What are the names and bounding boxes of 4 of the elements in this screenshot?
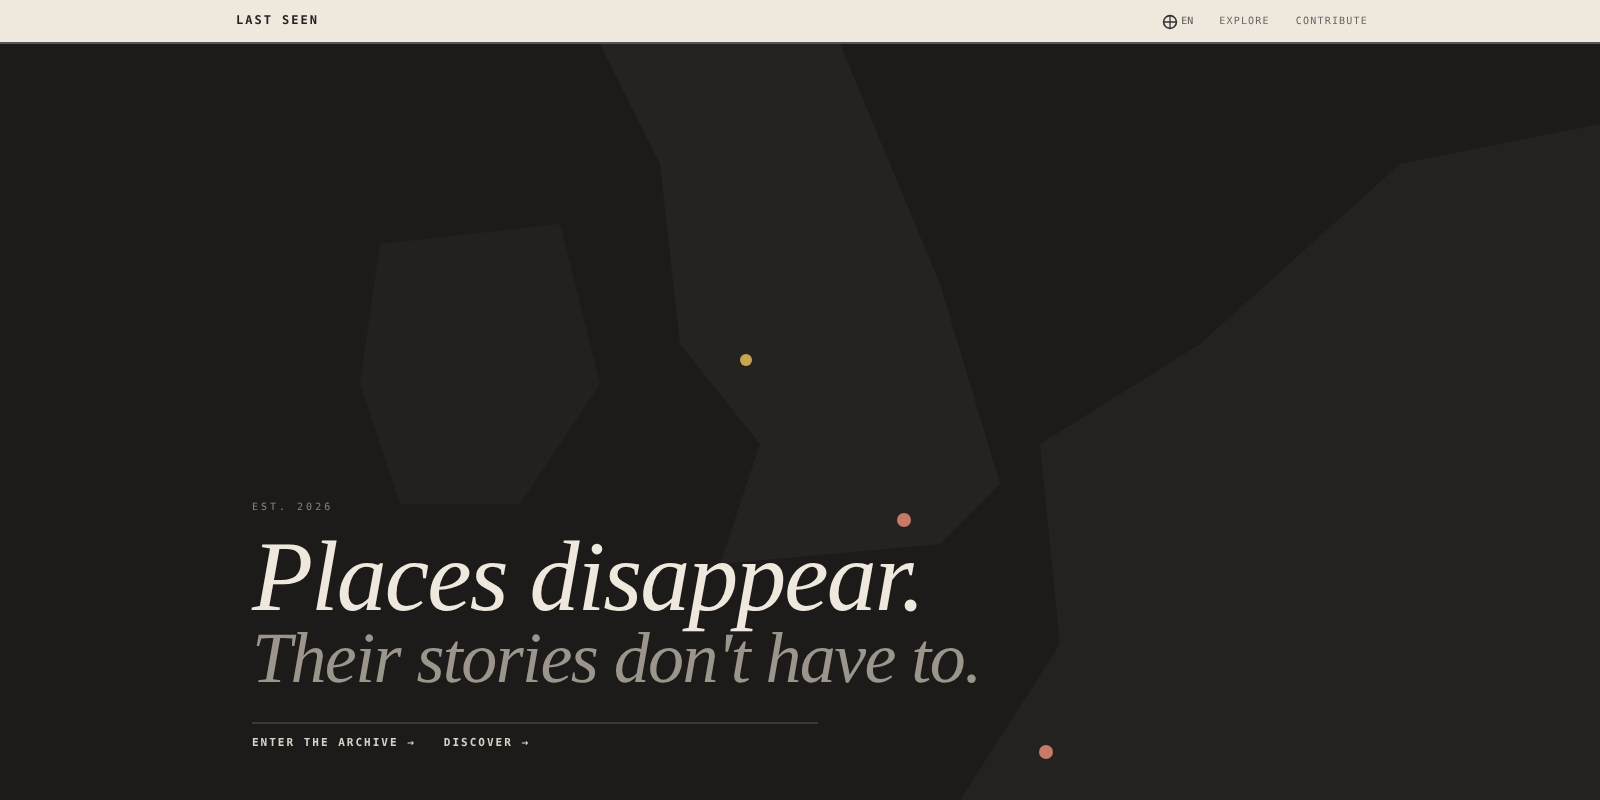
map-pin-icon[interactable] [740, 354, 752, 366]
map-pin-icon[interactable] [1039, 745, 1053, 759]
map-pin-icon[interactable] [897, 513, 911, 527]
globe-icon [1161, 13, 1178, 29]
